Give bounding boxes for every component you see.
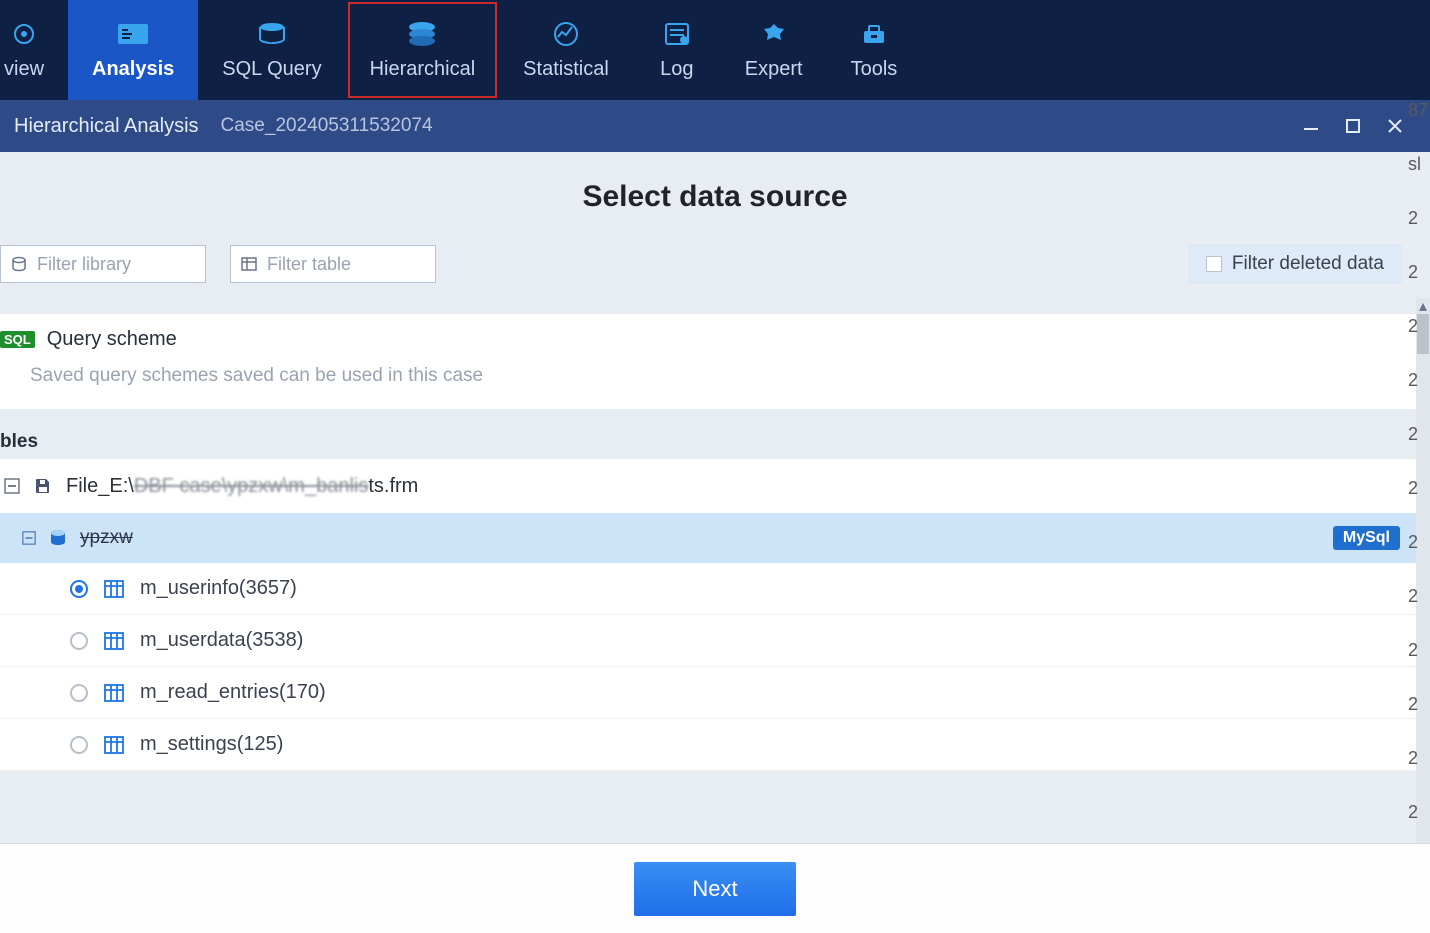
- ribbon-item-statistical[interactable]: Statistical: [499, 0, 633, 100]
- minimize-button[interactable]: [1290, 106, 1332, 146]
- radio-icon[interactable]: [70, 580, 88, 598]
- table-row[interactable]: m_userinfo(3657): [0, 563, 1416, 615]
- hierarchical-icon: [402, 16, 442, 52]
- table-name: m_userdata(3538): [140, 629, 303, 652]
- radio-icon[interactable]: [70, 736, 88, 754]
- file-path: File_E:\DBF case\ypzxw\m_banlists.frm: [66, 475, 418, 498]
- table-icon: [104, 632, 124, 650]
- ribbon-label: Analysis: [92, 58, 174, 81]
- svg-text:</>: </>: [266, 36, 278, 45]
- database-icon: [48, 528, 68, 548]
- engine-badge: MySql: [1333, 526, 1400, 550]
- ribbon-label: SQL Query: [222, 58, 321, 81]
- case-name: Case_202405311532074: [221, 115, 433, 137]
- ribbon-item-analysis[interactable]: Analysis: [68, 0, 198, 100]
- analysis-icon: [113, 16, 153, 52]
- window-title: Hierarchical Analysis: [14, 115, 199, 138]
- ribbon-item-tools[interactable]: Tools: [827, 0, 922, 100]
- overview-icon: [4, 16, 44, 52]
- filter-row: Filter deleted data: [0, 244, 1430, 298]
- ribbon-item-sqlquery[interactable]: </> SQL Query: [198, 0, 345, 100]
- sql-icon: </>: [252, 16, 292, 52]
- collapse-icon[interactable]: [22, 531, 36, 545]
- maximize-button[interactable]: [1332, 106, 1374, 146]
- table-name: m_settings(125): [140, 733, 283, 756]
- table-name: m_userinfo(3657): [140, 577, 297, 600]
- table-row[interactable]: m_settings(125): [0, 719, 1416, 771]
- collapse-icon[interactable]: [4, 478, 20, 494]
- table-row[interactable]: m_read_entries(170): [0, 667, 1416, 719]
- filter-deleted-toggle[interactable]: Filter deleted data: [1188, 244, 1402, 284]
- page-title: Select data source: [0, 152, 1430, 244]
- window-titlebar: Hierarchical Analysis Case_2024053115320…: [0, 100, 1430, 152]
- ribbon-label: Expert: [745, 58, 803, 81]
- database-name: ypzxw: [80, 527, 133, 549]
- query-scheme-hint: Saved query schemes saved can be used in…: [0, 351, 1396, 387]
- table-icon: [104, 684, 124, 702]
- filter-library-input[interactable]: [0, 245, 206, 283]
- ribbon-label: view: [4, 58, 44, 81]
- filter-table-field[interactable]: [267, 254, 425, 275]
- table-icon: [104, 580, 124, 598]
- table-name: m_read_entries(170): [140, 681, 326, 704]
- query-scheme-title: Query scheme: [47, 328, 177, 351]
- checkbox-icon: [1206, 256, 1222, 272]
- ribbon-label: Tools: [851, 58, 898, 81]
- vertical-scrollbar[interactable]: ▴: [1416, 298, 1430, 933]
- next-button[interactable]: Next: [634, 862, 795, 916]
- table-row[interactable]: m_userdata(3538): [0, 615, 1416, 667]
- sql-badge-icon: SQL: [0, 331, 35, 348]
- statistical-icon: [546, 16, 586, 52]
- log-icon: [657, 16, 697, 52]
- ribbon-label: Statistical: [523, 58, 609, 81]
- tools-icon: [854, 16, 894, 52]
- top-ribbon: view Analysis </> SQL Query Hierarchical…: [0, 0, 1430, 100]
- database-row[interactable]: ypzxw MySql: [0, 513, 1416, 563]
- ribbon-label: Hierarchical: [370, 58, 476, 81]
- ribbon-label: Log: [660, 58, 693, 81]
- scroll-up-icon[interactable]: ▴: [1416, 298, 1430, 314]
- radio-icon[interactable]: [70, 684, 88, 702]
- tables-section-label: bles: [0, 409, 1416, 459]
- ribbon-item-hierarchical[interactable]: Hierarchical: [346, 0, 500, 100]
- filter-library-field[interactable]: [37, 254, 195, 275]
- expert-icon: [754, 16, 794, 52]
- ribbon-item-log[interactable]: Log: [633, 0, 721, 100]
- radio-icon[interactable]: [70, 632, 88, 650]
- footer: Next: [0, 843, 1430, 933]
- scroll-area: SQL Query scheme Saved query schemes sav…: [0, 298, 1416, 933]
- disk-icon: [34, 477, 52, 495]
- database-icon: [11, 256, 27, 272]
- filter-table-input[interactable]: [230, 245, 436, 283]
- ribbon-item-view[interactable]: view: [0, 0, 68, 100]
- file-row[interactable]: File_E:\DBF case\ypzxw\m_banlists.frm: [0, 459, 1416, 513]
- query-scheme-section: SQL Query scheme Saved query schemes sav…: [0, 314, 1416, 409]
- scroll-wrap: SQL Query scheme Saved query schemes sav…: [0, 298, 1430, 933]
- table-icon: [104, 736, 124, 754]
- close-button[interactable]: [1374, 106, 1416, 146]
- scroll-thumb[interactable]: [1417, 314, 1429, 354]
- ribbon-item-expert[interactable]: Expert: [721, 0, 827, 100]
- content-area: Select data source Filter deleted data S…: [0, 152, 1430, 933]
- table-icon: [241, 256, 257, 272]
- filter-deleted-label: Filter deleted data: [1232, 253, 1384, 275]
